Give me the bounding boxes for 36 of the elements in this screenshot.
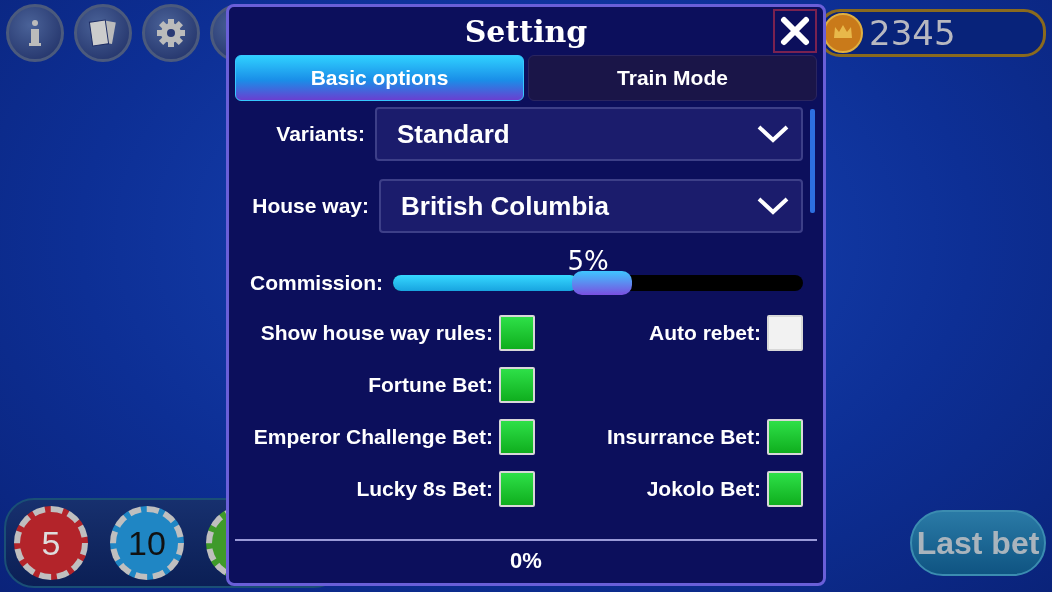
- checkbox[interactable]: [499, 367, 535, 403]
- field-label: Commission:: [250, 270, 383, 296]
- last-bet-button[interactable]: Last bet: [910, 510, 1046, 576]
- option-label: Lucky 8s Bet:: [356, 477, 493, 501]
- chevron-icon: [757, 197, 789, 215]
- option-label: Jokolo Bet:: [646, 477, 761, 501]
- tab[interactable]: Basic options: [235, 55, 524, 101]
- commission-value: 5%: [567, 247, 610, 275]
- close-button[interactable]: [773, 9, 817, 53]
- info-icon[interactable]: [6, 4, 64, 62]
- coin-count: 2345: [869, 13, 956, 53]
- option-label: Fortune Bet:: [368, 373, 493, 397]
- checkbox[interactable]: [767, 471, 803, 507]
- option-label: Auto rebet:: [649, 321, 761, 345]
- option-label: Insurrance Bet:: [606, 425, 761, 449]
- field-label: Variants:: [276, 122, 365, 146]
- close-icon: [780, 16, 810, 46]
- variants-dropdown[interactable]: Standard: [375, 107, 803, 161]
- tab[interactable]: Train Mode: [528, 55, 817, 101]
- option-label: Show house way rules:: [260, 321, 493, 345]
- option-label: Emperor Challenge Bet:: [253, 425, 493, 449]
- chevron-icon: [757, 125, 789, 143]
- cards-icon[interactable]: [74, 4, 132, 62]
- settings-icon[interactable]: [142, 4, 200, 62]
- checkbox[interactable]: [499, 419, 535, 455]
- betting-chip[interactable]: 5: [14, 506, 88, 580]
- footer-percent: 0%: [510, 548, 542, 574]
- checkbox[interactable]: [767, 315, 803, 351]
- betting-chip[interactable]: 10: [110, 506, 184, 580]
- dialog-title: Setting: [464, 13, 588, 49]
- field-label: House way:: [252, 194, 369, 218]
- checkbox[interactable]: [767, 419, 803, 455]
- house-way-dropdown[interactable]: British Columbia: [379, 179, 803, 233]
- slider-handle[interactable]: [571, 271, 632, 295]
- checkbox[interactable]: [499, 315, 535, 351]
- checkbox[interactable]: [499, 471, 535, 507]
